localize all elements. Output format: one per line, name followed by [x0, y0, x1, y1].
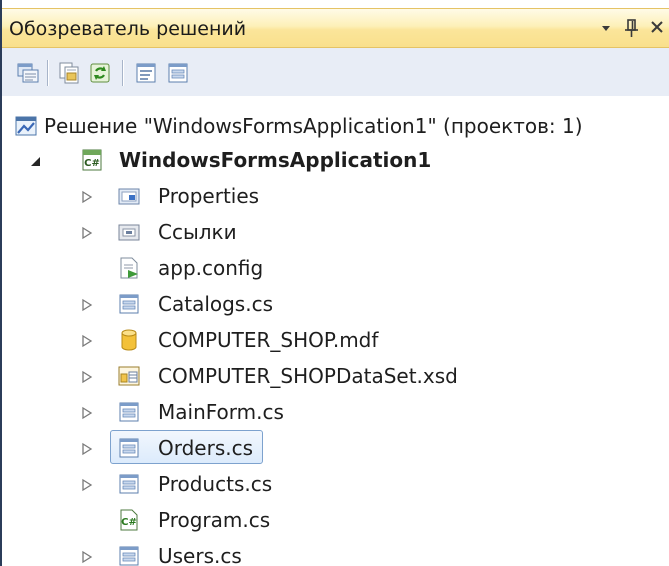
refresh-icon[interactable] [88, 61, 112, 85]
references-icon [117, 220, 141, 244]
panel-title: Обозреватель решений [9, 18, 247, 40]
tree-node-solution[interactable]: Решение "WindowsFormsApplication1" (прое… [2, 108, 669, 144]
view-designer-icon[interactable] [166, 61, 190, 85]
tree-node-products[interactable]: Products.cs [2, 466, 669, 502]
item-label: Ссылки [158, 220, 237, 244]
tree-node-references[interactable]: Ссылки [2, 214, 669, 250]
tree-node-mainform[interactable]: MainForm.cs [2, 394, 669, 430]
item-label: COMPUTER_SHOPDataSet.xsd [158, 364, 458, 388]
toolbar-separator [47, 60, 48, 86]
expand-arrow-icon[interactable] [80, 369, 94, 384]
expand-arrow-icon[interactable] [80, 333, 94, 348]
form-icon [117, 436, 141, 460]
expand-arrow-icon[interactable] [80, 477, 94, 492]
expand-arrow-icon[interactable] [80, 225, 94, 240]
svg-text:C#: C# [84, 158, 100, 169]
expand-arrow-icon[interactable] [80, 405, 94, 420]
properties-icon[interactable] [16, 61, 40, 85]
tree-node-dataset[interactable]: COMPUTER_SHOPDataSet.xsd [2, 358, 669, 394]
toolbar-separator [122, 60, 123, 86]
solution-label: Решение "WindowsFormsApplication1" (прое… [44, 114, 583, 138]
solution-icon [14, 114, 38, 138]
solution-explorer-toolbar [2, 48, 669, 96]
expand-arrow-icon[interactable] [80, 441, 94, 456]
tree-node-users[interactable]: Users.cs [2, 538, 669, 566]
expand-arrow-icon[interactable] [80, 189, 94, 204]
item-label: Products.cs [158, 472, 273, 496]
item-label: Orders.cs [158, 436, 254, 460]
dataset-icon [117, 364, 141, 388]
item-label: MainForm.cs [158, 400, 284, 424]
item-label: Properties [158, 184, 260, 208]
item-label: Program.cs [158, 508, 271, 532]
window-position-dropdown-icon[interactable] [595, 15, 619, 41]
svg-text:C#: C# [121, 517, 137, 528]
solution-tree: Решение "WindowsFormsApplication1" (прое… [2, 96, 669, 566]
item-label: Catalogs.cs [158, 292, 273, 316]
item-label: COMPUTER_SHOP.mdf [158, 328, 379, 352]
expand-arrow-icon[interactable] [80, 549, 94, 564]
tree-node-project[interactable]: C# WindowsFormsApplication1 [2, 142, 669, 178]
form-icon [117, 472, 141, 496]
form-icon [117, 400, 141, 424]
config-file-icon [117, 256, 141, 280]
panel-title-bar[interactable]: Обозреватель решений [2, 8, 669, 48]
item-label: app.config [158, 256, 264, 280]
solution-explorer-panel: Обозреватель решений Решение "WindowsFor… [0, 0, 669, 566]
tree-node-orders[interactable]: Orders.cs [2, 430, 669, 466]
tree-node-properties[interactable]: Properties [2, 178, 669, 214]
tree-node-program[interactable]: C# Program.cs [2, 502, 669, 538]
auto-hide-pin-icon[interactable] [620, 15, 644, 41]
form-icon [117, 292, 141, 316]
collapse-arrow-icon[interactable] [28, 153, 42, 167]
form-icon [117, 544, 141, 566]
tree-node-catalogs[interactable]: Catalogs.cs [2, 286, 669, 322]
tree-node-app-config[interactable]: app.config [2, 250, 669, 286]
close-icon[interactable] [647, 15, 669, 41]
properties-folder-icon [117, 184, 141, 208]
expand-arrow-icon[interactable] [80, 297, 94, 312]
project-label: WindowsFormsApplication1 [119, 148, 432, 172]
tree-node-database[interactable]: COMPUTER_SHOP.mdf [2, 322, 669, 358]
view-code-icon[interactable] [134, 61, 158, 85]
item-label: Users.cs [158, 544, 242, 566]
show-all-files-icon[interactable] [58, 61, 82, 85]
csharp-project-icon: C# [80, 148, 104, 172]
csharp-file-icon: C# [117, 508, 141, 532]
database-icon [117, 328, 141, 352]
